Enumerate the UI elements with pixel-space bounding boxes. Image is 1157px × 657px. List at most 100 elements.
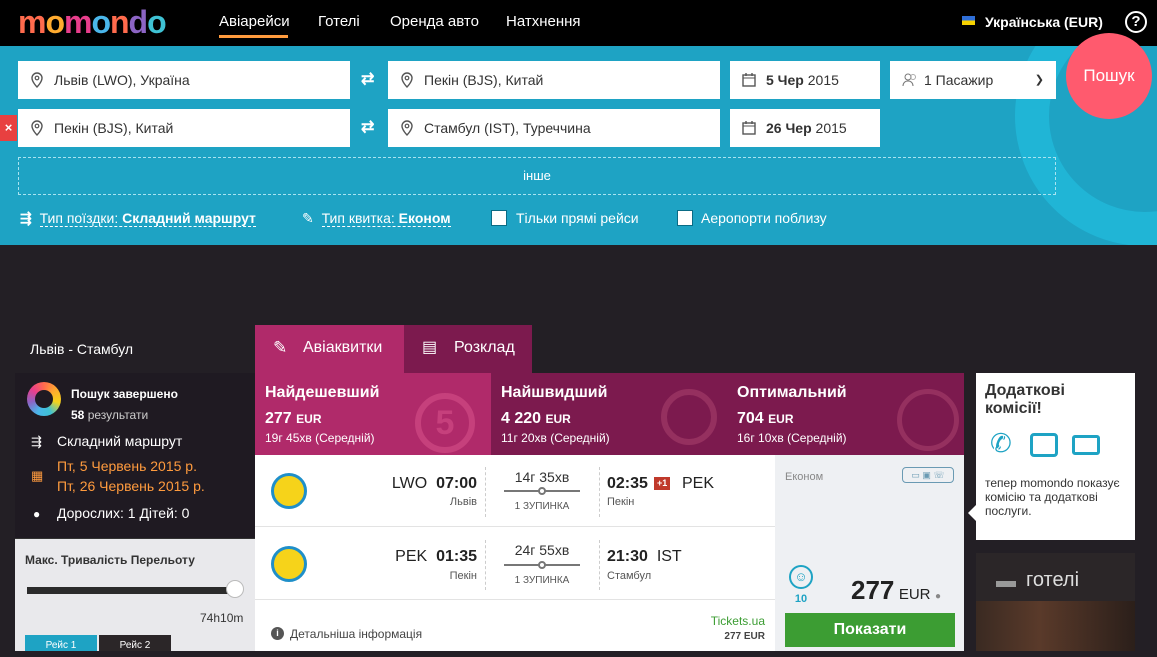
leg1-destination-input[interactable]: Пекін (BJS), Китай	[388, 61, 720, 99]
details-link[interactable]: Детальніша інформація	[290, 626, 422, 642]
fees-notice: Додаткові комісії! ✆ тепер momondo показ…	[968, 373, 1135, 540]
search-button[interactable]: Пошук	[1066, 33, 1152, 119]
seg2-duration: 24г 55хв	[514, 542, 570, 558]
sort-cheapest[interactable]: 5 Найдешевший 277 EUR 19г 45хв (Середній…	[255, 373, 491, 455]
ticket-type-option[interactable]: ✎ Тип квитка: Економ	[302, 210, 451, 227]
direct-only-checkbox[interactable]	[491, 210, 507, 226]
nearby-airports-checkbox[interactable]	[677, 210, 693, 226]
nav-active-indicator	[219, 35, 288, 38]
tab-schedule[interactable]: ▤ Розклад	[404, 325, 532, 373]
sort-fastest-price: 4 220	[501, 410, 542, 427]
details-row: i Детальніша інформація Tickets.ua 277 E…	[255, 601, 775, 651]
tab-tickets[interactable]: ✎ Авіаквитки	[255, 325, 404, 373]
location-pin-icon	[401, 72, 413, 88]
seg1-dep-code: LWO	[391, 475, 428, 492]
nav-inspiration[interactable]: Натхнення	[506, 13, 581, 31]
flight-segment-2[interactable]: PEK 01:35 Пекін 24г 55хв 1 ЗУПИНКА 21:30…	[255, 528, 775, 600]
result-card: LWO 07:00 Львів 14г 35хв 1 ЗУПИНКА 02:35…	[255, 455, 964, 651]
sort-optimal[interactable]: Оптимальний 704 EUR 16г 10хв (Середній)	[727, 373, 964, 455]
date-1: Пт, 5 Червень 2015 р.	[57, 458, 197, 474]
five-badge-icon: 5	[415, 393, 475, 453]
bed-icon: ▬	[996, 570, 1016, 592]
language-selector[interactable]: Українська (EUR)	[985, 14, 1103, 30]
search-summary: Пошук завершено 58 результати ⇶ Складний…	[15, 373, 255, 539]
card-icon	[1072, 435, 1100, 455]
route-title: Львів - Стамбул	[0, 325, 255, 373]
logo-letter: n	[110, 4, 130, 40]
direct-only-label[interactable]: Тільки прямі рейси	[516, 210, 639, 226]
help-icon[interactable]: ?	[1125, 11, 1147, 33]
traveller-icon: ●	[33, 507, 41, 521]
nav-car-rental[interactable]: Оренда авто	[390, 13, 479, 31]
location-pin-icon	[31, 72, 43, 88]
progress-ring-icon	[27, 382, 61, 416]
logo-letter: d	[128, 4, 149, 40]
separator	[485, 540, 486, 590]
flight-segment-1[interactable]: LWO 07:00 Львів 14г 35хв 1 ЗУПИНКА 02:35…	[255, 455, 775, 527]
logo-letter: o	[91, 4, 111, 40]
add-other-button[interactable]: інше	[18, 157, 1056, 195]
seg2-arr-time: 21:30	[607, 548, 648, 565]
day-offset-badge: +1	[654, 477, 671, 490]
stop-dot	[538, 487, 546, 495]
seg2-stops: 1 ЗУПИНКА	[514, 575, 570, 586]
momondo-logo[interactable]: momondo	[18, 4, 167, 40]
duration-slider-track[interactable]	[27, 587, 235, 594]
leg2-origin-value: Пекін (BJS), Китай	[54, 120, 174, 136]
fees-title: Додаткові комісії!	[985, 382, 1065, 417]
duration-slider-handle[interactable]	[226, 580, 244, 598]
logo-letter: o	[147, 4, 167, 40]
swap-icon[interactable]: ⇄	[361, 120, 374, 136]
nav-flights[interactable]: Авіарейси	[219, 13, 290, 31]
location-pin-icon	[401, 120, 413, 136]
price-currency: EUR	[898, 586, 931, 603]
ukraine-flag-icon	[962, 16, 975, 25]
airline-logo	[271, 473, 307, 509]
nav-hotels[interactable]: Готелі	[318, 13, 360, 31]
hotels-promo[interactable]: ▬ готелі	[976, 553, 1135, 651]
route-icon: ⇶	[31, 434, 42, 449]
seg1-arr-code: PEK	[682, 475, 715, 492]
sort-fastest[interactable]: Найшвидший 4 220 EUR 11г 20хв (Середній)	[491, 373, 727, 455]
filter-value: 74h10m	[200, 611, 244, 625]
leg1-date-input[interactable]: 5 Чер 2015	[730, 61, 880, 99]
seg2-arr-code: IST	[656, 548, 682, 565]
show-deal-button[interactable]: Показати	[785, 613, 955, 647]
seg2-dep-city: Пекін	[449, 570, 477, 582]
fees-text: тепер momondo показує комісію та додатко…	[985, 476, 1120, 518]
leg1-date-year: 2015	[803, 72, 839, 88]
leg1-origin-input[interactable]: Львів (LWO), Україна	[18, 61, 350, 99]
seg1-duration: 14г 35хв	[514, 469, 570, 485]
seg1-arr-city: Пекін	[607, 496, 635, 508]
schedule-icon: ▤	[422, 339, 438, 356]
results-count: 58 результати	[71, 408, 149, 422]
seg1-stops: 1 ЗУПИНКА	[514, 501, 570, 512]
trip-type-option[interactable]: ⇶ Тип поїздки: Складний маршрут	[20, 210, 256, 227]
hotels-title: готелі	[1026, 569, 1080, 591]
calendar-icon	[742, 121, 756, 135]
nearby-airports-label[interactable]: Аеропорти поблизу	[701, 210, 827, 226]
flight-1-tab[interactable]: Рейс 1	[25, 635, 97, 651]
swap-icon[interactable]: ⇄	[361, 72, 374, 88]
per-person-icon: ●	[934, 591, 942, 602]
leg2-destination-input[interactable]: Стамбул (IST), Туреччина	[388, 109, 720, 147]
smiley-icon	[897, 389, 959, 451]
leg2-date-input[interactable]: 26 Чер 2015	[730, 109, 880, 147]
passengers-select[interactable]: 1 Пасажир ❯	[890, 61, 1056, 99]
leg1-destination-value: Пекін (BJS), Китай	[424, 72, 544, 88]
chevron-down-icon: ❯	[1034, 74, 1044, 86]
sort-fastest-currency: EUR	[545, 412, 571, 426]
trip-type-label: Тип поїздки:	[39, 210, 119, 226]
leg1-date-day: 5 Чер	[766, 72, 804, 88]
ticket-type-value: Економ	[398, 210, 451, 226]
sort-cheapest-price: 277	[265, 410, 292, 427]
flight-2-tab[interactable]: Рейс 2	[99, 635, 171, 651]
route-icon: ⇶	[20, 210, 32, 226]
stop-dot	[538, 561, 546, 569]
seg2-arr-city: Стамбул	[607, 570, 652, 582]
provider-name[interactable]: Tickets.ua	[711, 613, 765, 629]
info-icon: i	[271, 627, 284, 640]
leg2-origin-input[interactable]: Пекін (BJS), Китай	[18, 109, 350, 147]
remove-leg-button[interactable]: ×	[0, 115, 17, 141]
stopwatch-icon	[661, 389, 717, 445]
